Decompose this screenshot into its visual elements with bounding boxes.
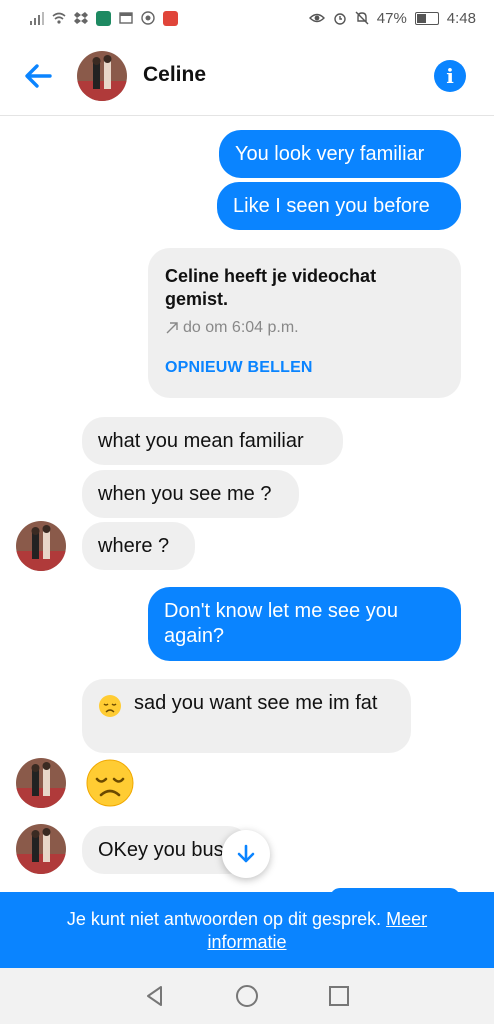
call-arrow-icon [166, 322, 178, 334]
incoming-message[interactable]: when you see me ? [82, 470, 299, 518]
incoming-message[interactable]: where ? [82, 522, 195, 570]
missed-call-title: Celine heeft je videochat gemist. [165, 266, 377, 309]
nav-recents-icon[interactable] [328, 985, 350, 1007]
arrow-down-icon [237, 844, 255, 863]
avatar-photo [77, 51, 127, 101]
sender-avatar[interactable] [16, 758, 66, 808]
clock-time: 4:48 [446, 9, 476, 27]
battery-icon [414, 11, 439, 25]
outgoing-message[interactable]: Don't know let me see you again? [148, 587, 461, 661]
sender-avatar[interactable] [16, 521, 66, 571]
call-again-button[interactable]: OPNIEUW BELLEN [165, 359, 444, 377]
status-bar: 47% 4:48 [0, 0, 494, 36]
back-arrow-icon[interactable] [20, 58, 56, 94]
disappointed-face-icon [99, 695, 121, 717]
incoming-message-text: sad you want see me im fat [134, 692, 378, 714]
app-icon [96, 10, 111, 26]
incoming-message[interactable]: sad you want see me im fat [82, 679, 411, 753]
huawei-icon [163, 10, 178, 26]
cannot-reply-notice: Je kunt niet antwoorden op dit gesprek. … [0, 892, 494, 968]
sender-avatar[interactable] [16, 824, 66, 874]
contact-avatar[interactable] [77, 51, 127, 101]
wifi-icon [52, 12, 66, 24]
scroll-to-bottom-button[interactable] [222, 830, 270, 878]
avatar-photo [16, 758, 66, 808]
avatar-photo [16, 824, 66, 874]
missed-call-time: do om 6:04 p.m. [165, 319, 444, 337]
contact-name: Celine [143, 63, 207, 86]
info-icon[interactable]: i [434, 60, 466, 92]
chrome-icon [141, 11, 155, 25]
dropbox-icon [74, 12, 88, 24]
signal-icon [30, 12, 44, 25]
eye-icon [308, 13, 325, 23]
notice-text: Je kunt niet antwoorden op dit gesprek. [66, 909, 382, 929]
system-nav-bar [0, 968, 494, 1024]
missed-call-time-text: do om 6:04 p.m. [183, 319, 299, 336]
outgoing-message[interactable]: Like I seen you before [217, 182, 461, 230]
avatar-photo [16, 521, 66, 571]
alarm-icon [334, 13, 346, 25]
conversation-header: Celine i [0, 36, 494, 116]
status-right-icons: 47% 4:48 [308, 9, 476, 27]
disappointed-face-icon[interactable] [85, 758, 135, 808]
window-icon [119, 12, 133, 24]
incoming-message[interactable]: what you mean familiar [82, 417, 343, 465]
mute-bell-icon [355, 11, 369, 25]
nav-home-icon[interactable] [235, 984, 259, 1008]
outgoing-message[interactable]: You look very familiar [219, 130, 461, 178]
battery-percent: 47% [376, 9, 407, 27]
nav-back-icon[interactable] [144, 985, 166, 1007]
status-left-icons [30, 10, 178, 26]
missed-call-card: Celine heeft je videochat gemist. do om … [148, 248, 461, 398]
